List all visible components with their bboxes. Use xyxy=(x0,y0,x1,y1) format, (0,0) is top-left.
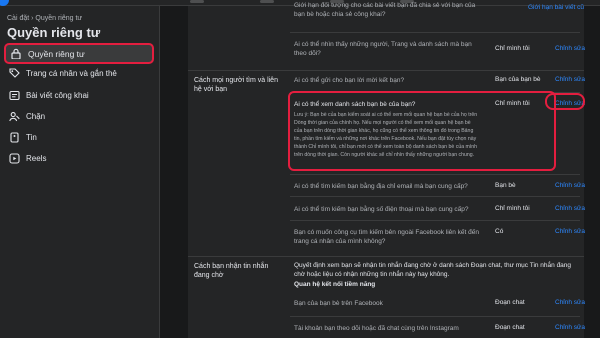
sidebar-item-label: Quyền riêng tư xyxy=(28,48,85,59)
sidebar-item-label: Reels xyxy=(26,154,47,163)
setting-row-following-list: Ai có thể nhìn thấy những người, Trang v… xyxy=(290,32,585,70)
setting-value: Bạn bè xyxy=(495,182,516,189)
setting-value: Bạn của bạn bè xyxy=(495,76,541,83)
block-icon xyxy=(8,111,20,123)
edit-button[interactable]: Chỉnh sửa xyxy=(555,76,585,83)
edit-highlight-ring xyxy=(545,93,585,110)
edit-button[interactable]: Chỉnh sửa xyxy=(555,324,585,331)
privacy-settings-panel: Giới hạn đối tượng cho các bài viết bạn … xyxy=(188,2,585,338)
section-label-messages: Cách bạn nhận tin nhắn đang chờ xyxy=(194,263,269,279)
setting-question: Bạn của bạn bè trên Facebook xyxy=(294,300,383,307)
breadcrumb[interactable]: Cài đặt › Quyền riêng tư xyxy=(7,15,82,22)
setting-row-search-engines: Bạn có muốn công cụ tìm kiếm bên ngoài F… xyxy=(290,220,585,254)
sidebar-item-privacy[interactable]: Quyền riêng tư xyxy=(4,43,154,64)
section-divider xyxy=(188,256,584,257)
sidebar-item-public-posts[interactable]: Bài viết công khai xyxy=(4,85,154,106)
setting-row-limit-past-posts: Giới hạn đối tượng cho các bài viết bạn … xyxy=(290,2,584,32)
section-label-contact: Cách mọi người tìm và liên hệ với bạn xyxy=(194,77,278,93)
limit-past-posts-link[interactable]: Giới hạn bài viết cũ xyxy=(528,4,584,11)
page-title: Quyền riêng tư xyxy=(7,25,101,40)
setting-row-instagram-accounts: Tài khoản bạn theo dõi hoặc đã chat cùng… xyxy=(290,316,585,338)
sidebar-item-label: Tin xyxy=(26,133,37,142)
setting-value: Đoạn chat xyxy=(495,299,525,306)
potential-connections-heading: Quan hệ kết nối tiềm năng xyxy=(294,281,376,288)
edit-button[interactable]: Chỉnh sửa xyxy=(555,182,585,189)
setting-question: Giới hạn đối tượng cho các bài viết bạn … xyxy=(294,2,476,18)
edit-button[interactable]: Chỉnh sửa xyxy=(555,299,585,306)
setting-value: Chỉ mình tôi xyxy=(495,45,530,52)
setting-row-friends-of-friends: Bạn của bạn bè trên Facebook Đoạn chat C… xyxy=(290,292,585,316)
sidebar-item-profile-tagging[interactable]: Trang cá nhân và gắn thẻ xyxy=(4,63,154,84)
sidebar-item-reels[interactable]: Reels xyxy=(4,148,154,169)
setting-row-friend-requests: Ai có thể gửi cho bạn lời mời kết bạn? B… xyxy=(290,70,585,92)
edit-button[interactable]: Chỉnh sửa xyxy=(555,45,585,52)
edit-button[interactable]: Chỉnh sửa xyxy=(555,205,585,212)
setting-row-email-lookup: Ai có thể tìm kiếm bạn bằng địa chỉ emai… xyxy=(290,174,585,196)
setting-question: Ai có thể gửi cho bạn lời mời kết bạn? xyxy=(294,77,405,84)
highlight-box xyxy=(288,91,556,171)
sidebar-item-label: Bài viết công khai xyxy=(26,91,89,100)
setting-row-phone-lookup: Ai có thể tìm kiếm bạn bằng số điện thoạ… xyxy=(290,196,585,220)
main-content: Giới hạn đối tượng cho các bài viết bạn … xyxy=(160,2,600,338)
profile-tag-icon xyxy=(8,68,20,80)
setting-question: Bạn có muốn công cụ tìm kiếm bên ngoài F… xyxy=(294,229,479,245)
story-icon xyxy=(8,132,20,144)
lock-icon xyxy=(10,48,22,60)
sidebar-item-label: Chặn xyxy=(26,112,46,121)
message-requests-intro: Quyết định xem bạn sẽ nhận tin nhắn đang… xyxy=(294,262,572,278)
setting-value: Chỉ mình tôi xyxy=(495,205,530,212)
setting-question: Ai có thể nhìn thấy những người, Trang v… xyxy=(294,41,472,57)
sidebar-item-stories[interactable]: Tin xyxy=(4,127,154,148)
sidebar-item-label: Trang cá nhân và gắn thẻ xyxy=(26,69,117,78)
setting-value: Đoạn chat xyxy=(495,324,525,331)
setting-question: Ai có thể tìm kiếm bạn bằng số điện thoạ… xyxy=(294,206,469,213)
globe-icon xyxy=(8,90,20,102)
sidebar-item-blocking[interactable]: Chặn xyxy=(4,106,154,127)
setting-question: Ai có thể tìm kiếm bạn bằng địa chỉ emai… xyxy=(294,183,468,190)
edit-button[interactable]: Chỉnh sửa xyxy=(555,228,585,235)
nav-home-icon[interactable] xyxy=(190,0,204,3)
setting-value: Có xyxy=(495,228,504,235)
settings-sidebar: Cài đặt › Quyền riêng tư Quyền riêng tư … xyxy=(0,6,160,338)
reels-icon xyxy=(8,153,20,165)
nav-video-icon[interactable] xyxy=(260,0,274,3)
setting-question: Tài khoản bạn theo dõi hoặc đã chat cùng… xyxy=(294,325,459,332)
